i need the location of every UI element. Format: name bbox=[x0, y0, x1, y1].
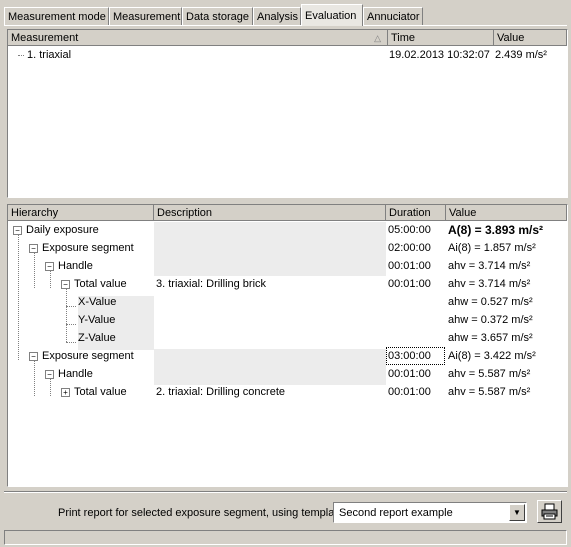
collapse-icon[interactable]: − bbox=[13, 226, 22, 235]
value-cell: ahw = 3.657 m/s² bbox=[448, 332, 533, 344]
tree-item-label: Daily exposure bbox=[26, 224, 99, 236]
tree-item-label: Exposure segment bbox=[42, 350, 134, 362]
exposure-hierarchy-tree[interactable]: Hierarchy Description Duration Value − D… bbox=[7, 204, 568, 487]
collapse-icon[interactable]: − bbox=[29, 352, 38, 361]
measurement-time: 19.02.2013 10:32:07 bbox=[389, 49, 490, 61]
tab-bar: Measurement mode Measurement Data storag… bbox=[4, 4, 567, 26]
column-header-measurement[interactable]: Measurement △ bbox=[8, 30, 388, 46]
value-cell: Ai(8) = 1.857 m/s² bbox=[448, 242, 536, 254]
tab-data-storage[interactable]: Data storage bbox=[182, 7, 253, 25]
column-header-duration[interactable]: Duration bbox=[386, 205, 446, 221]
duration-cell-selected[interactable]: 03:00:00 bbox=[386, 347, 445, 365]
tab-analysis[interactable]: Analysis bbox=[253, 7, 301, 25]
description-cell: 2. triaxial: Drilling concrete bbox=[156, 386, 285, 398]
tree-item-label: Handle bbox=[58, 260, 93, 272]
section-divider bbox=[4, 491, 567, 493]
tree-connector bbox=[18, 234, 19, 360]
value-cell: ahv = 5.587 m/s² bbox=[448, 368, 531, 380]
description-gray-block bbox=[154, 222, 386, 276]
tree-item-label: Exposure segment bbox=[42, 242, 134, 254]
column-header-duration-label: Duration bbox=[389, 207, 431, 219]
description-gray-block bbox=[154, 349, 386, 385]
expand-icon[interactable]: + bbox=[61, 388, 70, 397]
tree-connector bbox=[50, 378, 51, 396]
measurement-name: 1. triaxial bbox=[27, 49, 72, 61]
status-bar bbox=[4, 530, 567, 545]
print-button[interactable] bbox=[537, 500, 562, 523]
column-header-hierarchy-label: Hierarchy bbox=[11, 207, 59, 219]
collapse-icon[interactable]: − bbox=[29, 244, 38, 253]
tab-evaluation[interactable]: Evaluation bbox=[301, 4, 363, 26]
measurement-value: 2.439 m/s² bbox=[495, 49, 547, 61]
duration-cell: 05:00:00 bbox=[388, 224, 431, 236]
tree-item-label: Total value bbox=[74, 278, 127, 290]
tree-connector bbox=[66, 306, 76, 307]
column-header-time[interactable]: Time bbox=[388, 30, 494, 46]
tree-connector bbox=[50, 270, 51, 288]
tab-measurement-mode[interactable]: Measurement mode bbox=[4, 7, 109, 25]
column-header-hierarchy[interactable]: Hierarchy bbox=[8, 205, 154, 221]
description-cell: 3. triaxial: Drilling brick bbox=[156, 278, 267, 290]
column-header-time-label: Time bbox=[391, 32, 416, 44]
tab-annuciator[interactable]: Annuciator bbox=[363, 7, 423, 25]
tree-item-label: Total value bbox=[74, 386, 127, 398]
column-header-measurement-label: Measurement bbox=[11, 32, 79, 44]
tree-connector bbox=[34, 252, 35, 288]
duration-cell: 00:01:00 bbox=[388, 386, 431, 398]
collapse-icon[interactable]: − bbox=[61, 280, 70, 289]
tree-connector bbox=[34, 360, 35, 396]
tree-connector bbox=[66, 288, 67, 342]
print-report-label: Print report for selected exposure segme… bbox=[58, 507, 347, 519]
column-header-description-label: Description bbox=[157, 207, 213, 219]
measurement-list[interactable]: Measurement △ Time Value 1. triaxial 19.… bbox=[7, 29, 568, 198]
value-cell: A(8) = 3.893 m/s² bbox=[448, 223, 544, 237]
tree-item-label: X-Value bbox=[78, 296, 117, 308]
tree-connector bbox=[66, 342, 76, 343]
tree-connector bbox=[66, 324, 76, 325]
chevron-down-icon[interactable]: ▼ bbox=[509, 504, 525, 521]
column-header-value[interactable]: Value bbox=[494, 30, 567, 46]
value-cell: Ai(8) = 3.422 m/s² bbox=[448, 350, 536, 362]
report-template-value: Second report example bbox=[339, 507, 453, 519]
sort-ascending-icon: △ bbox=[374, 33, 381, 43]
duration-cell: 00:01:00 bbox=[388, 368, 431, 380]
column-header-value-label: Value bbox=[497, 32, 525, 44]
duration-cell: 02:00:00 bbox=[388, 242, 431, 254]
value-cell: ahv = 3.714 m/s² bbox=[448, 260, 531, 272]
column-header-value-label: Value bbox=[449, 207, 477, 219]
value-cell: ahv = 5.587 m/s² bbox=[448, 386, 531, 398]
value-cell: ahw = 0.527 m/s² bbox=[448, 296, 533, 308]
tree-connector bbox=[18, 55, 24, 56]
duration-cell: 00:01:00 bbox=[388, 260, 431, 272]
column-header-value[interactable]: Value bbox=[446, 205, 567, 221]
collapse-icon[interactable]: − bbox=[45, 370, 54, 379]
tab-measurement[interactable]: Measurement bbox=[109, 7, 182, 25]
printer-icon bbox=[541, 503, 558, 520]
report-template-select[interactable]: Second report example ▼ bbox=[333, 502, 527, 523]
tree-item-label: Z-Value bbox=[78, 332, 116, 344]
tree-item-label: Y-Value bbox=[78, 314, 116, 326]
value-cell: ahv = 3.714 m/s² bbox=[448, 278, 531, 290]
column-header-description[interactable]: Description bbox=[154, 205, 386, 221]
collapse-icon[interactable]: − bbox=[45, 262, 54, 271]
tree-item-label: Handle bbox=[58, 368, 93, 380]
duration-cell: 00:01:00 bbox=[388, 278, 431, 290]
value-cell: ahw = 0.372 m/s² bbox=[448, 314, 533, 326]
